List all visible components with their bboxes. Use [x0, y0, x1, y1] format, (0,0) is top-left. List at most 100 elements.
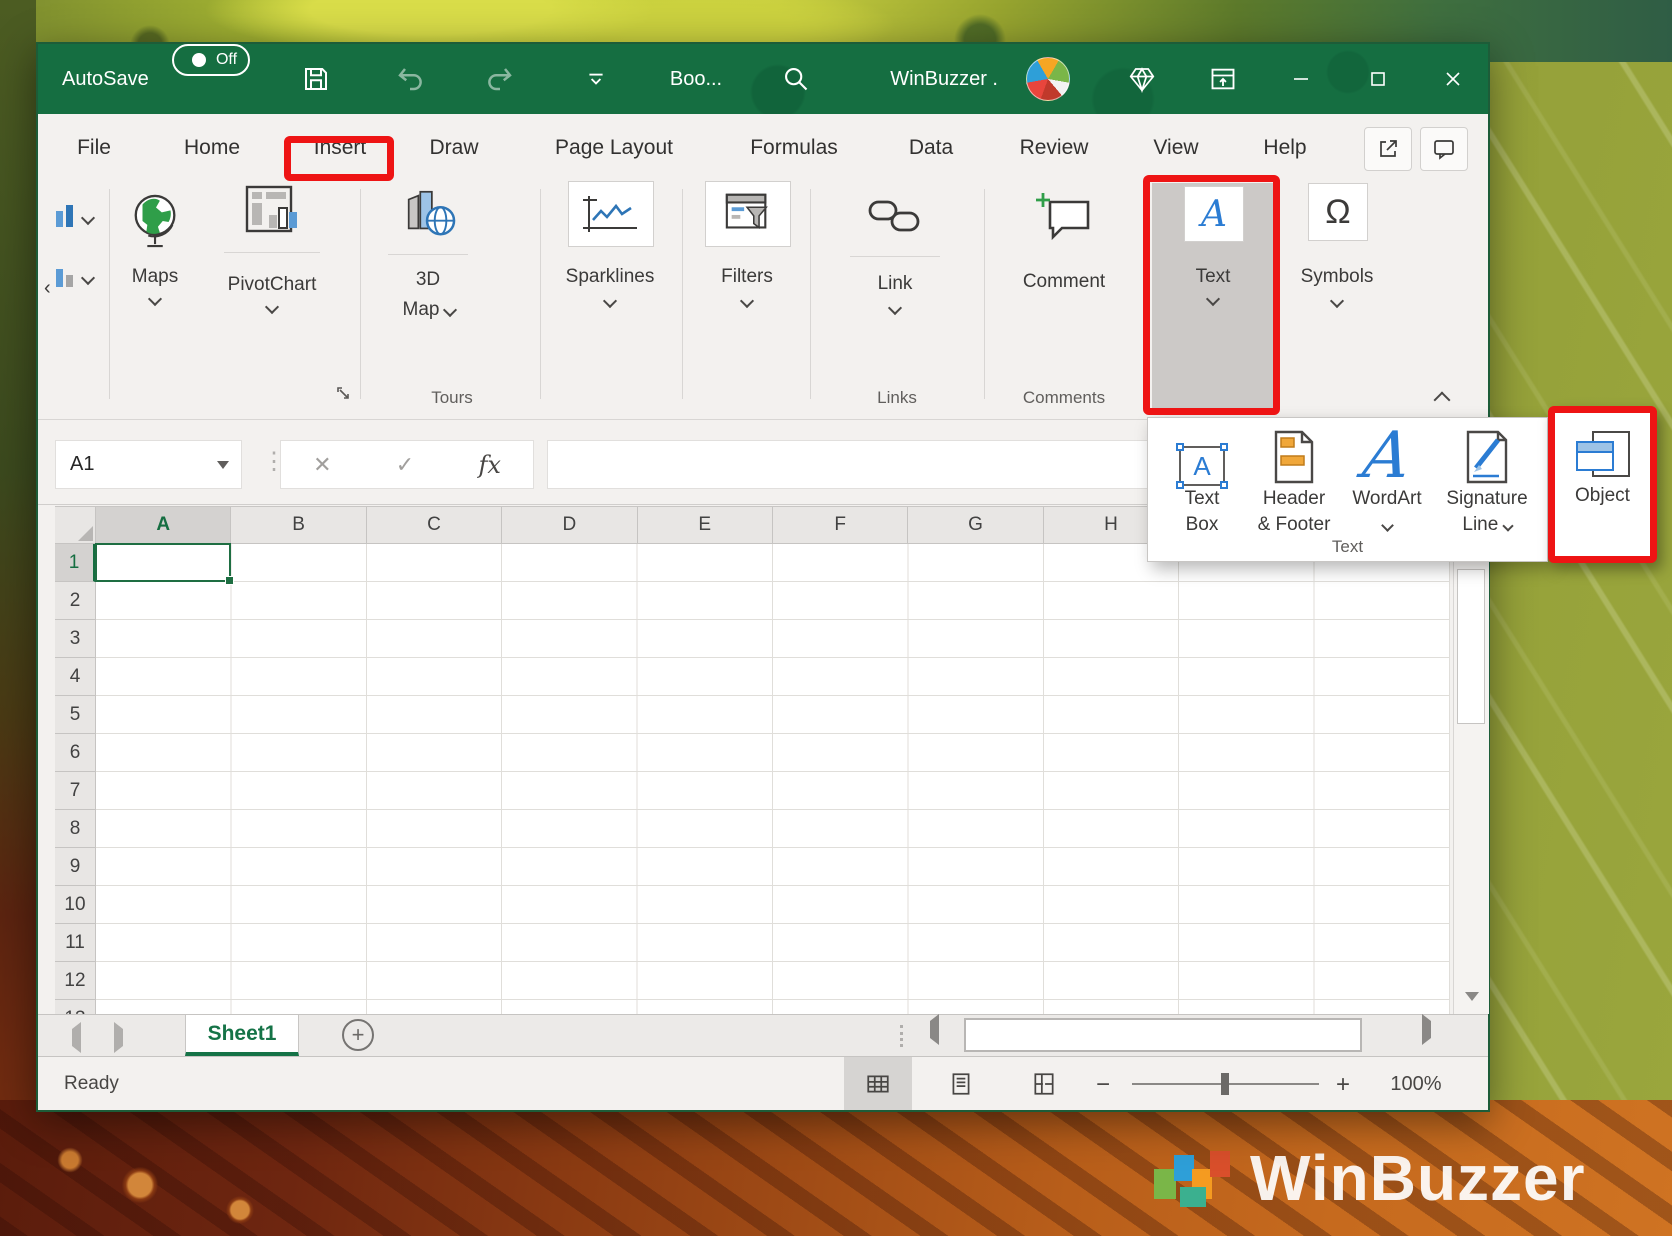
column-header-f[interactable]: F — [773, 507, 908, 543]
tab-help[interactable]: Help — [1263, 114, 1306, 181]
save-button[interactable] — [296, 44, 336, 114]
horizontal-scrollbar-thumb[interactable] — [964, 1018, 1362, 1052]
chart-button-partial-icon[interactable] — [54, 203, 82, 234]
account-name[interactable]: WinBuzzer . — [828, 44, 998, 114]
redo-button[interactable] — [480, 44, 520, 114]
share-button[interactable] — [1364, 127, 1412, 171]
ribbon-display-options-button[interactable] — [1200, 44, 1246, 114]
row-header-13[interactable]: 13 — [55, 1000, 95, 1014]
autosave-toggle[interactable]: Off — [172, 44, 250, 76]
row-header-4[interactable]: 4 — [55, 658, 95, 696]
selected-cell-a1[interactable] — [95, 543, 231, 582]
symbols-button[interactable]: Ω — [1308, 183, 1368, 241]
enter-formula-button[interactable]: ✓ — [396, 452, 414, 478]
link-button[interactable] — [866, 194, 924, 245]
comments-panel-button[interactable] — [1420, 127, 1468, 171]
menu-item-signature-line[interactable]: Signature Line — [1434, 420, 1540, 548]
search-button[interactable] — [774, 44, 818, 114]
row-header-12[interactable]: 12 — [55, 962, 95, 1000]
tab-home[interactable]: Home — [184, 114, 240, 181]
column-header-d[interactable]: D — [502, 507, 637, 543]
column-header-a[interactable]: A — [96, 507, 231, 543]
charts-dialog-launcher[interactable] — [336, 386, 352, 407]
row-header-2[interactable]: 2 — [55, 582, 95, 620]
column-header-e[interactable]: E — [638, 507, 773, 543]
pivotchart-button[interactable] — [244, 184, 300, 245]
tab-data[interactable]: Data — [909, 114, 953, 181]
tab-file[interactable]: File — [77, 114, 111, 181]
row-header-3[interactable]: 3 — [55, 620, 95, 658]
row-header-1[interactable]: 1 — [55, 544, 95, 582]
menu-item-header-footer[interactable]: Header & Footer — [1248, 420, 1340, 548]
row-header-11[interactable]: 11 — [55, 924, 95, 962]
zoom-level[interactable]: 100% — [1378, 1073, 1454, 1096]
tab-page-layout[interactable]: Page Layout — [555, 114, 673, 181]
minimize-button[interactable] — [1278, 44, 1324, 114]
title-bar: AutoSave Off Boo... — [38, 44, 1488, 114]
row-header-7[interactable]: 7 — [55, 772, 95, 810]
chart-dropdown-chevron-icon-2[interactable] — [81, 271, 95, 285]
vertical-scrollbar[interactable] — [1453, 506, 1489, 1014]
column-header-b[interactable]: B — [231, 507, 366, 543]
normal-view-button[interactable] — [844, 1057, 912, 1110]
quick-access-toolbar-menu[interactable] — [578, 44, 614, 114]
menu-item-wordart[interactable]: A WordArt — [1341, 420, 1433, 548]
collapse-ribbon-icon[interactable] — [1434, 392, 1451, 409]
tab-review[interactable]: Review — [1020, 114, 1089, 181]
close-button[interactable] — [1430, 44, 1476, 114]
name-box-dropdown-icon[interactable] — [217, 461, 229, 469]
sparklines-button[interactable] — [568, 181, 654, 247]
ribbon-display-options-icon — [1209, 65, 1237, 93]
annotation-box-text-button — [1143, 175, 1280, 415]
vertical-scrollbar-thumb[interactable] — [1457, 569, 1485, 724]
spreadsheet-grid[interactable] — [96, 544, 1450, 1014]
document-title[interactable]: Boo... — [636, 44, 756, 114]
filters-button[interactable] — [705, 181, 791, 247]
premium-button[interactable] — [1120, 44, 1164, 114]
cancel-formula-button[interactable]: ✕ — [313, 452, 331, 478]
insert-function-button[interactable]: fx — [478, 451, 500, 479]
chart-button-partial-icon-2[interactable] — [54, 263, 82, 294]
menu-item-text-box[interactable]: A Text Box — [1156, 420, 1248, 548]
zoom-slider-thumb[interactable] — [1221, 1073, 1229, 1095]
page-break-preview-button[interactable] — [1010, 1057, 1078, 1110]
chart-dropdown-chevron-icon[interactable] — [81, 211, 95, 225]
tab-scrollbar-splitter[interactable] — [900, 1025, 903, 1047]
zoom-in-button[interactable]: + — [1336, 1071, 1350, 1099]
sparklines-chevron-icon — [603, 294, 617, 308]
symbols-label: Symbols — [1301, 266, 1374, 288]
scroll-down-button[interactable] — [1455, 979, 1489, 1013]
row-header-6[interactable]: 6 — [55, 734, 95, 772]
row-header-8[interactable]: 8 — [55, 810, 95, 848]
hscroll-right-button[interactable] — [1422, 1021, 1431, 1039]
undo-button[interactable] — [390, 44, 430, 114]
maps-button[interactable] — [129, 190, 183, 257]
select-all-corner[interactable] — [55, 507, 96, 543]
row-header-10[interactable]: 10 — [55, 886, 95, 924]
new-comment-button[interactable] — [1034, 190, 1096, 251]
autosave-state: Off — [216, 51, 237, 69]
zoom-out-button[interactable]: − — [1096, 1071, 1110, 1099]
next-sheet-button[interactable] — [114, 1029, 123, 1047]
previous-sheet-button[interactable] — [72, 1029, 81, 1047]
tab-draw[interactable]: Draw — [429, 114, 478, 181]
name-box[interactable]: A1 — [55, 440, 242, 489]
menu-item-object[interactable]: Object — [1548, 406, 1657, 563]
column-header-g[interactable]: G — [908, 507, 1043, 543]
fill-handle[interactable] — [225, 576, 234, 585]
link-label: Link — [878, 273, 913, 295]
new-sheet-button[interactable]: + — [342, 1019, 374, 1051]
tab-formulas[interactable]: Formulas — [750, 114, 838, 181]
scroll-group-left-icon[interactable]: ‹ — [44, 277, 51, 300]
row-header-9[interactable]: 9 — [55, 848, 95, 886]
3d-map-button[interactable] — [399, 186, 457, 245]
menu-item-label: Object — [1575, 483, 1630, 509]
tab-view[interactable]: View — [1153, 114, 1198, 181]
account-avatar[interactable] — [1026, 44, 1070, 114]
column-header-c[interactable]: C — [367, 507, 502, 543]
row-header-5[interactable]: 5 — [55, 696, 95, 734]
sheet-tab-sheet1[interactable]: Sheet1 — [185, 1015, 299, 1056]
page-layout-view-button[interactable] — [927, 1057, 995, 1110]
maximize-button[interactable] — [1355, 44, 1401, 114]
hscroll-left-button[interactable] — [930, 1021, 939, 1039]
